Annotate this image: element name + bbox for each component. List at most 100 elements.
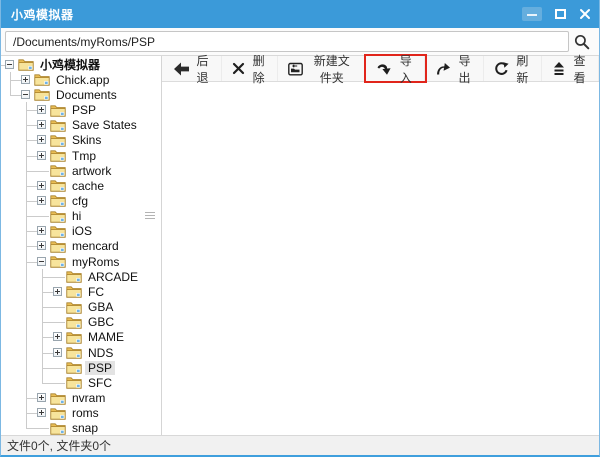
tree-item-myroms[interactable]: myRoms bbox=[2, 254, 161, 269]
tree-guide bbox=[2, 209, 18, 224]
folder-icon bbox=[66, 346, 82, 359]
tree-item-psp[interactable]: PSP bbox=[2, 102, 161, 117]
tree-guide bbox=[2, 330, 18, 345]
tree-item-gba[interactable]: GBA bbox=[2, 300, 161, 315]
tree-guide bbox=[34, 284, 50, 299]
toolbar-button-back[interactable]: 后退 bbox=[164, 56, 222, 81]
maximize-button[interactable] bbox=[555, 9, 566, 19]
tree-item-label: Tmp bbox=[69, 149, 99, 163]
titlebar: 小鸡模拟器 bbox=[1, 0, 599, 28]
toolbar-button-label: 查看 bbox=[571, 52, 588, 86]
tree-expander-cell bbox=[50, 284, 66, 299]
tree-guide bbox=[2, 87, 18, 102]
toolbar-button-refresh[interactable]: 刷新 bbox=[484, 56, 542, 81]
expand-plus-icon[interactable] bbox=[53, 348, 62, 357]
toolbar-button-label: 刷新 bbox=[514, 52, 531, 86]
folder-icon bbox=[66, 376, 82, 389]
tree-item-roms[interactable]: roms bbox=[2, 406, 161, 421]
toolbar-button-new-folder[interactable]: 新建文件夹 bbox=[278, 56, 366, 81]
tree-item-label: iOS bbox=[69, 224, 95, 238]
expand-plus-icon[interactable] bbox=[37, 151, 46, 160]
tree-item-cfg[interactable]: cfg bbox=[2, 193, 161, 208]
address-input[interactable] bbox=[5, 31, 569, 52]
file-list-area[interactable] bbox=[162, 82, 599, 435]
folder-icon bbox=[50, 149, 66, 162]
tree-item-gbc[interactable]: GBC bbox=[2, 315, 161, 330]
tree-item-mencard[interactable]: mencard bbox=[2, 239, 161, 254]
tree-expander-cell bbox=[34, 163, 50, 178]
close-icon bbox=[579, 8, 591, 20]
collapse-minus-icon[interactable] bbox=[5, 60, 14, 69]
expand-plus-icon[interactable] bbox=[37, 135, 46, 144]
tree-item-snap[interactable]: snap bbox=[2, 421, 161, 435]
tree-expander-cell bbox=[34, 209, 50, 224]
expand-plus-icon[interactable] bbox=[37, 226, 46, 235]
tree-guide bbox=[18, 178, 34, 193]
expand-plus-icon[interactable] bbox=[37, 105, 46, 114]
tree-guide bbox=[18, 300, 34, 315]
tree-item-skins[interactable]: Skins bbox=[2, 133, 161, 148]
toolbar-button-delete[interactable]: 删除 bbox=[222, 56, 278, 81]
tree-item-arcade[interactable]: ARCADE bbox=[2, 269, 161, 284]
expand-plus-icon[interactable] bbox=[53, 332, 62, 341]
minimize-button[interactable] bbox=[522, 7, 542, 21]
folder-icon bbox=[34, 88, 50, 101]
tree-guide bbox=[2, 254, 18, 269]
splitter-grip[interactable] bbox=[145, 212, 155, 219]
tree-guide bbox=[18, 421, 34, 435]
tree-item-fc[interactable]: FC bbox=[2, 284, 161, 299]
tree-item-label: 小鸡模拟器 bbox=[37, 58, 103, 72]
tree-guide bbox=[2, 375, 18, 390]
tree-guide bbox=[2, 72, 18, 87]
tree-item-cache[interactable]: cache bbox=[2, 178, 161, 193]
tree-item-小鸡模拟器[interactable]: 小鸡模拟器 bbox=[2, 57, 161, 72]
tree-guide bbox=[34, 345, 50, 360]
delete-x-icon bbox=[232, 62, 245, 75]
folder-icon bbox=[50, 422, 66, 435]
tree-item-nds[interactable]: NDS bbox=[2, 345, 161, 360]
collapse-minus-icon[interactable] bbox=[37, 257, 46, 266]
address-bar bbox=[1, 28, 599, 56]
tree-item-mame[interactable]: MAME bbox=[2, 330, 161, 345]
folder-icon bbox=[50, 210, 66, 223]
tree-expander-cell bbox=[34, 224, 50, 239]
tree-guide bbox=[18, 345, 34, 360]
tree-item-label: GBC bbox=[85, 315, 117, 329]
expand-plus-icon[interactable] bbox=[37, 120, 46, 129]
tree-guide bbox=[2, 284, 18, 299]
folder-icon bbox=[50, 104, 66, 117]
toolbar-button-import[interactable]: 导入 bbox=[366, 56, 425, 81]
new-folder-icon bbox=[288, 62, 303, 76]
tree-item-label: Save States bbox=[69, 118, 140, 132]
tree-guide bbox=[2, 133, 18, 148]
tree-item-artwork[interactable]: artwork bbox=[2, 163, 161, 178]
tree-item-label: Skins bbox=[69, 133, 104, 147]
tree-item-nvram[interactable]: nvram bbox=[2, 390, 161, 405]
tree-guide bbox=[34, 375, 50, 390]
tree-guide bbox=[34, 330, 50, 345]
tree-item-psp[interactable]: PSP bbox=[2, 360, 161, 375]
expand-plus-icon[interactable] bbox=[37, 181, 46, 190]
close-button[interactable] bbox=[579, 8, 591, 20]
tree-item-save-states[interactable]: Save States bbox=[2, 118, 161, 133]
tree-expander-cell bbox=[34, 390, 50, 405]
expand-plus-icon[interactable] bbox=[21, 75, 30, 84]
expand-plus-icon[interactable] bbox=[37, 393, 46, 402]
expand-plus-icon[interactable] bbox=[53, 287, 62, 296]
tree-guide bbox=[2, 421, 18, 435]
tree-item-hi[interactable]: hi bbox=[2, 209, 161, 224]
tree-item-sfc[interactable]: SFC bbox=[2, 375, 161, 390]
search-button[interactable] bbox=[569, 31, 595, 53]
tree-item-tmp[interactable]: Tmp bbox=[2, 148, 161, 163]
expand-plus-icon[interactable] bbox=[37, 408, 46, 417]
tree-item-chick-app[interactable]: Chick.app bbox=[2, 72, 161, 87]
expand-plus-icon[interactable] bbox=[37, 241, 46, 250]
tree-item-ios[interactable]: iOS bbox=[2, 224, 161, 239]
tree-guide bbox=[2, 193, 18, 208]
toolbar-button-export[interactable]: 导出 bbox=[425, 56, 484, 81]
tree-guide bbox=[18, 284, 34, 299]
tree-item-documents[interactable]: Documents bbox=[2, 87, 161, 102]
collapse-minus-icon[interactable] bbox=[21, 90, 30, 99]
expand-plus-icon[interactable] bbox=[37, 196, 46, 205]
toolbar-button-view[interactable]: 查看 bbox=[542, 56, 599, 81]
